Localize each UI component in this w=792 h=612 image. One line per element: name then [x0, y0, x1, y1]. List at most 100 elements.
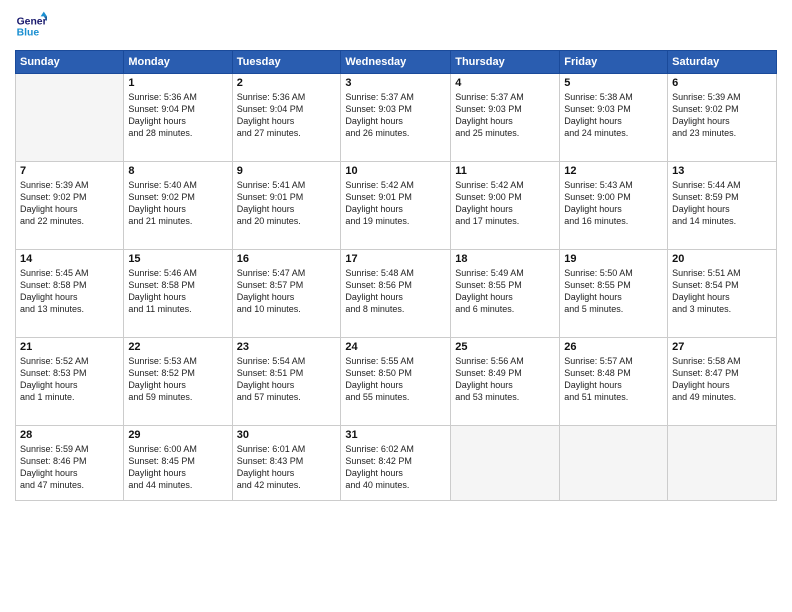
day-number: 15 — [128, 253, 227, 265]
day-number: 4 — [455, 77, 555, 89]
calendar-cell: 12 Sunrise: 5:43 AMSunset: 9:00 PMDayligh… — [560, 162, 668, 250]
day-number: 14 — [20, 253, 119, 265]
day-number: 25 — [455, 341, 555, 353]
calendar-cell — [451, 426, 560, 501]
day-info: Sunrise: 5:36 AMSunset: 9:04 PMDaylight … — [237, 91, 337, 140]
calendar-cell: 23Sunrise: 5:54 AMSunset: 8:51 PMDayligh… — [232, 338, 341, 426]
day-info: Sunrise: 5:37 AMSunset: 9:03 PMDaylight … — [455, 91, 555, 140]
day-number: 10 — [345, 165, 446, 177]
day-info: Sunrise: 5:58 AMSunset: 8:47 PMDaylight … — [672, 355, 772, 404]
day-info: Sunrise: 5:41 AMSunset: 9:01 PMDaylight … — [237, 179, 337, 228]
calendar-cell — [668, 426, 777, 501]
day-info: Sunrise: 5:42 AMSunset: 9:01 PMDaylight … — [345, 179, 446, 228]
day-info: Sunrise: 5:59 AMSunset: 8:46 PMDaylight … — [20, 443, 119, 492]
calendar-header-row: SundayMondayTuesdayWednesdayThursdayFrid… — [16, 51, 777, 74]
day-number: 8 — [128, 165, 227, 177]
day-number: 18 — [455, 253, 555, 265]
day-info: Sunrise: 5:48 AMSunset: 8:56 PMDaylight … — [345, 267, 446, 316]
calendar-cell: 18 Sunrise: 5:49 AMSunset: 8:55 PMDayligh… — [451, 250, 560, 338]
day-info: Sunrise: 5:46 AMSunset: 8:58 PMDaylight … — [128, 267, 227, 316]
day-number: 20 — [672, 253, 772, 265]
calendar-cell: 13 Sunrise: 5:44 AMSunset: 8:59 PMDayligh… — [668, 162, 777, 250]
day-number: 22 — [128, 341, 227, 353]
calendar-header-thursday: Thursday — [451, 51, 560, 74]
day-info: Sunrise: 5:56 AMSunset: 8:49 PMDaylight … — [455, 355, 555, 404]
day-info: Sunrise: 6:00 AMSunset: 8:45 PMDaylight … — [128, 443, 227, 492]
header: General Blue — [15, 10, 777, 42]
calendar-cell: 30Sunrise: 6:01 AMSunset: 8:43 PMDayligh… — [232, 426, 341, 501]
day-number: 17 — [345, 253, 446, 265]
day-info: Sunrise: 5:51 AMSunset: 8:54 PMDaylight … — [672, 267, 772, 316]
calendar-cell: 6 Sunrise: 5:39 AMSunset: 9:02 PMDaylight… — [668, 74, 777, 162]
day-number: 13 — [672, 165, 772, 177]
calendar-header-monday: Monday — [124, 51, 232, 74]
day-number: 1 — [128, 77, 227, 89]
calendar-cell — [560, 426, 668, 501]
calendar-cell: 9 Sunrise: 5:41 AMSunset: 9:01 PMDaylight… — [232, 162, 341, 250]
calendar-header-sunday: Sunday — [16, 51, 124, 74]
day-info: Sunrise: 5:36 AMSunset: 9:04 PMDaylight … — [128, 91, 227, 140]
calendar-cell: 20 Sunrise: 5:51 AMSunset: 8:54 PMDayligh… — [668, 250, 777, 338]
svg-text:General: General — [17, 16, 47, 27]
calendar-cell: 1 Sunrise: 5:36 AMSunset: 9:04 PMDaylight… — [124, 74, 232, 162]
day-info: Sunrise: 5:50 AMSunset: 8:55 PMDaylight … — [564, 267, 663, 316]
day-number: 21 — [20, 341, 119, 353]
day-number: 7 — [20, 165, 119, 177]
day-info: Sunrise: 5:55 AMSunset: 8:50 PMDaylight … — [345, 355, 446, 404]
calendar-cell: 29Sunrise: 6:00 AMSunset: 8:45 PMDayligh… — [124, 426, 232, 501]
day-info: Sunrise: 5:53 AMSunset: 8:52 PMDaylight … — [128, 355, 227, 404]
calendar-cell: 19Sunrise: 5:50 AMSunset: 8:55 PMDayligh… — [560, 250, 668, 338]
calendar-cell: 28Sunrise: 5:59 AMSunset: 8:46 PMDayligh… — [16, 426, 124, 501]
day-info: Sunrise: 5:57 AMSunset: 8:48 PMDaylight … — [564, 355, 663, 404]
svg-text:Blue: Blue — [17, 28, 40, 39]
calendar-cell: 22 Sunrise: 5:53 AMSunset: 8:52 PMDayligh… — [124, 338, 232, 426]
day-number: 6 — [672, 77, 772, 89]
day-info: Sunrise: 5:54 AMSunset: 8:51 PMDaylight … — [237, 355, 337, 404]
calendar-header-wednesday: Wednesday — [341, 51, 451, 74]
logo: General Blue — [15, 10, 47, 42]
day-info: Sunrise: 5:47 AMSunset: 8:57 PMDaylight … — [237, 267, 337, 316]
calendar-cell: 3 Sunrise: 5:37 AMSunset: 9:03 PMDaylight… — [341, 74, 451, 162]
calendar-cell: 5 Sunrise: 5:38 AMSunset: 9:03 PMDaylight… — [560, 74, 668, 162]
day-number: 12 — [564, 165, 663, 177]
day-info: Sunrise: 5:45 AMSunset: 8:58 PMDaylight … — [20, 267, 119, 316]
calendar-cell: 25 Sunrise: 5:56 AMSunset: 8:49 PMDayligh… — [451, 338, 560, 426]
calendar-header-saturday: Saturday — [668, 51, 777, 74]
calendar-cell: 2 Sunrise: 5:36 AMSunset: 9:04 PMDaylight… — [232, 74, 341, 162]
day-number: 9 — [237, 165, 337, 177]
calendar-cell — [16, 74, 124, 162]
day-number: 31 — [345, 429, 446, 441]
calendar: SundayMondayTuesdayWednesdayThursdayFrid… — [15, 50, 777, 501]
logo-icon: General Blue — [15, 10, 47, 42]
calendar-cell: 14 Sunrise: 5:45 AMSunset: 8:58 PMDayligh… — [16, 250, 124, 338]
day-info: Sunrise: 5:38 AMSunset: 9:03 PMDaylight … — [564, 91, 663, 140]
calendar-cell: 24 Sunrise: 5:55 AMSunset: 8:50 PMDayligh… — [341, 338, 451, 426]
day-number: 2 — [237, 77, 337, 89]
calendar-cell: 21Sunrise: 5:52 AMSunset: 8:53 PMDayligh… — [16, 338, 124, 426]
calendar-cell: 4 Sunrise: 5:37 AMSunset: 9:03 PMDaylight… — [451, 74, 560, 162]
day-number: 30 — [237, 429, 337, 441]
calendar-cell: 26 Sunrise: 5:57 AMSunset: 8:48 PMDayligh… — [560, 338, 668, 426]
calendar-cell: 15 Sunrise: 5:46 AMSunset: 8:58 PMDayligh… — [124, 250, 232, 338]
day-info: Sunrise: 5:43 AMSunset: 9:00 PMDaylight … — [564, 179, 663, 228]
page: General Blue SundayMondayTuesdayWednesda… — [0, 0, 792, 612]
day-info: Sunrise: 5:39 AMSunset: 9:02 PMDaylight … — [672, 91, 772, 140]
day-number: 26 — [564, 341, 663, 353]
day-info: Sunrise: 5:49 AMSunset: 8:55 PMDaylight … — [455, 267, 555, 316]
calendar-cell: 16 Sunrise: 5:47 AMSunset: 8:57 PMDayligh… — [232, 250, 341, 338]
day-info: Sunrise: 5:39 AMSunset: 9:02 PMDaylight … — [20, 179, 119, 228]
day-number: 27 — [672, 341, 772, 353]
day-number: 3 — [345, 77, 446, 89]
day-info: Sunrise: 5:37 AMSunset: 9:03 PMDaylight … — [345, 91, 446, 140]
day-info: Sunrise: 6:02 AMSunset: 8:42 PMDaylight … — [345, 443, 446, 492]
day-number: 24 — [345, 341, 446, 353]
day-info: Sunrise: 5:42 AMSunset: 9:00 PMDaylight … — [455, 179, 555, 228]
day-number: 5 — [564, 77, 663, 89]
day-number: 16 — [237, 253, 337, 265]
calendar-cell: 11 Sunrise: 5:42 AMSunset: 9:00 PMDayligh… — [451, 162, 560, 250]
calendar-cell: 7 Sunrise: 5:39 AMSunset: 9:02 PMDaylight… — [16, 162, 124, 250]
day-number: 11 — [455, 165, 555, 177]
day-info: Sunrise: 5:44 AMSunset: 8:59 PMDaylight … — [672, 179, 772, 228]
calendar-header-friday: Friday — [560, 51, 668, 74]
calendar-cell: 8Sunrise: 5:40 AMSunset: 9:02 PMDaylight… — [124, 162, 232, 250]
